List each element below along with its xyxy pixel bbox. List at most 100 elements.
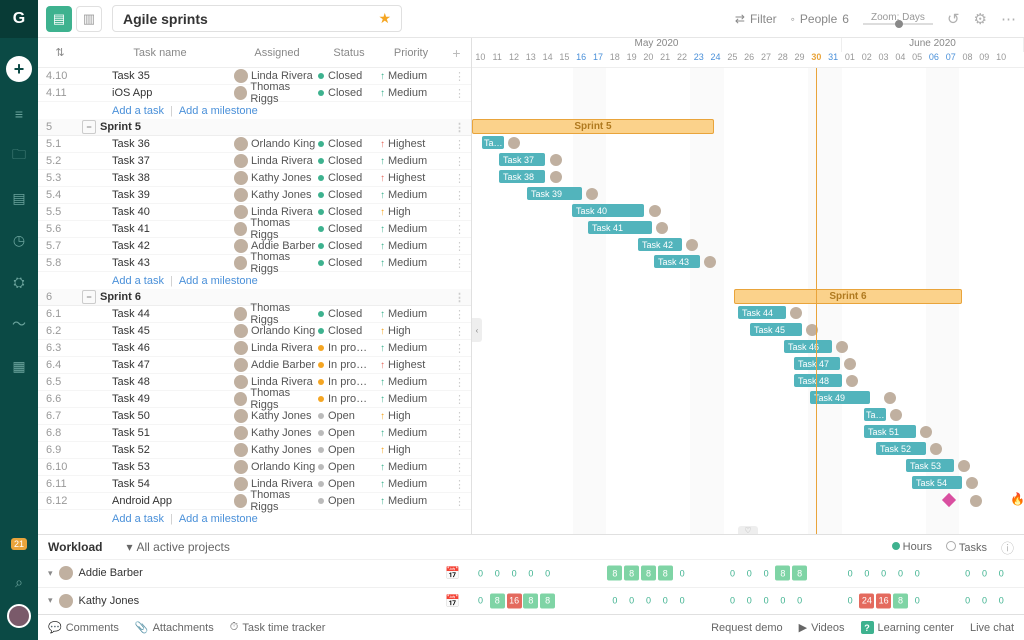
task-bar[interactable]: Task 37 xyxy=(499,153,545,166)
row-more-icon[interactable]: ⋮ xyxy=(454,291,471,304)
priority-cell[interactable]: ↑Medium xyxy=(380,478,442,490)
day-header[interactable]: 10 xyxy=(993,52,1010,67)
priority-cell[interactable]: ↑Highest xyxy=(380,359,442,371)
status-cell[interactable]: In pro… xyxy=(318,393,380,405)
task-row[interactable]: 5.3 Task 38 Kathy Jones Closed ↑Highest … xyxy=(38,170,471,187)
priority-cell[interactable]: ↑Highest xyxy=(380,172,442,184)
notification-badge[interactable]: 21 xyxy=(11,538,27,550)
task-row[interactable]: 6.7 Task 50 Kathy Jones Open ↑High ⋮ xyxy=(38,408,471,425)
workload-cell[interactable]: 0 xyxy=(977,593,992,608)
day-header[interactable]: 26 xyxy=(741,52,758,67)
assignee-cell[interactable]: Thomas Riggs xyxy=(232,302,318,326)
task-row[interactable]: 6.6 Task 49 Thomas Riggs In pro… ↑Medium… xyxy=(38,391,471,408)
people-button[interactable]: ◦ People 6 xyxy=(791,12,849,26)
people-icon[interactable]: ⛭ xyxy=(9,272,29,292)
status-cell[interactable]: Closed xyxy=(318,70,380,82)
workload-cell[interactable]: 8 xyxy=(658,566,673,581)
assignee-cell[interactable]: Kathy Jones xyxy=(232,426,318,440)
status-cell[interactable]: Closed xyxy=(318,189,380,201)
assignee-cell[interactable]: Kathy Jones xyxy=(232,171,318,185)
priority-cell[interactable]: ↑Medium xyxy=(380,87,442,99)
sprint-group-row[interactable]: 5−Sprint 5⋮ xyxy=(38,119,471,136)
priority-cell[interactable]: ↑Medium xyxy=(380,155,442,167)
task-row[interactable]: 6.9 Task 52 Kathy Jones Open ↑High ⋮ xyxy=(38,442,471,459)
day-header[interactable]: 12 xyxy=(506,52,523,67)
assignee-cell[interactable]: Orlando King xyxy=(232,324,318,338)
workload-cell[interactable]: 0 xyxy=(893,566,908,581)
row-more-icon[interactable]: ⋮ xyxy=(442,155,471,168)
workload-cell[interactable]: 0 xyxy=(742,593,757,608)
menu-icon[interactable]: ≡ xyxy=(9,104,29,124)
add-milestone-link[interactable]: Add a milestone xyxy=(179,105,258,117)
day-header[interactable]: 08 xyxy=(959,52,976,67)
assignee-cell[interactable]: Thomas Riggs xyxy=(232,251,318,275)
workload-cell[interactable]: 0 xyxy=(843,566,858,581)
task-row[interactable]: 6.10 Task 53 Orlando King Open ↑Medium ⋮ xyxy=(38,459,471,476)
calendar-icon[interactable]: 📅 xyxy=(445,594,460,608)
workload-cell[interactable]: 16 xyxy=(507,593,522,608)
status-cell[interactable]: Closed xyxy=(318,325,380,337)
task-bar[interactable]: Task 47 xyxy=(794,357,840,370)
user-avatar[interactable] xyxy=(7,604,31,628)
workload-cell[interactable]: 0 xyxy=(977,566,992,581)
add-milestone-link[interactable]: Add a milestone xyxy=(179,513,258,525)
task-row[interactable]: 5.6 Task 41 Thomas Riggs Closed ↑Medium … xyxy=(38,221,471,238)
status-cell[interactable]: Open xyxy=(318,461,380,473)
workload-cell[interactable]: 0 xyxy=(910,593,925,608)
row-more-icon[interactable]: ⋮ xyxy=(442,206,471,219)
day-header[interactable]: 14 xyxy=(539,52,556,67)
day-header[interactable]: 21 xyxy=(657,52,674,67)
status-cell[interactable]: Closed xyxy=(318,240,380,252)
status-cell[interactable]: In pro… xyxy=(318,359,380,371)
status-cell[interactable]: Closed xyxy=(318,308,380,320)
day-header[interactable]: 07 xyxy=(942,52,959,67)
row-more-icon[interactable]: ⋮ xyxy=(442,70,471,83)
priority-cell[interactable]: ↑High xyxy=(380,444,442,456)
clock-icon[interactable]: ◷ xyxy=(9,230,29,250)
day-header[interactable]: 17 xyxy=(590,52,607,67)
task-bar[interactable]: Task 43 xyxy=(654,255,700,268)
task-row[interactable]: 6.2 Task 45 Orlando King Closed ↑High ⋮ xyxy=(38,323,471,340)
assignee-cell[interactable]: Linda Rivera xyxy=(232,154,318,168)
workload-cell[interactable]: 0 xyxy=(994,593,1009,608)
help-icon[interactable]: ⓘ xyxy=(1001,538,1014,557)
task-bar[interactable]: Ta… xyxy=(482,136,504,149)
day-header[interactable]: 23 xyxy=(690,52,707,67)
task-bar[interactable]: Task 42 xyxy=(638,238,682,251)
task-bar[interactable]: Task 49 xyxy=(810,391,870,404)
assignee-cell[interactable]: Orlando King xyxy=(232,460,318,474)
status-cell[interactable]: Closed xyxy=(318,138,380,150)
row-more-icon[interactable]: ⋮ xyxy=(442,189,471,202)
row-more-icon[interactable]: ⋮ xyxy=(442,172,471,185)
task-bar[interactable]: Task 41 xyxy=(588,221,652,234)
day-header[interactable]: 10 xyxy=(472,52,489,67)
workload-cell[interactable]: 0 xyxy=(725,566,740,581)
row-more-icon[interactable]: ⋮ xyxy=(442,376,471,389)
priority-cell[interactable]: ↑High xyxy=(380,325,442,337)
col-priority[interactable]: Priority xyxy=(380,47,442,59)
add-task-link[interactable]: Add a task xyxy=(112,513,164,525)
radio-tasks[interactable]: Tasks xyxy=(946,541,987,554)
priority-cell[interactable]: ↑Medium xyxy=(380,376,442,388)
day-header[interactable]: 01 xyxy=(842,52,859,67)
priority-cell[interactable]: ↑Medium xyxy=(380,70,442,82)
priority-cell[interactable]: ↑Medium xyxy=(380,342,442,354)
row-more-icon[interactable]: ⋮ xyxy=(442,87,471,100)
priority-cell[interactable]: ↑Medium xyxy=(380,223,442,235)
col-status[interactable]: Status xyxy=(318,47,380,59)
status-cell[interactable]: In pro… xyxy=(318,376,380,388)
status-cell[interactable]: Open xyxy=(318,495,380,507)
workload-cell[interactable]: 0 xyxy=(742,566,757,581)
day-header[interactable]: 25 xyxy=(724,52,741,67)
row-more-icon[interactable]: ⋮ xyxy=(442,308,471,321)
workload-cell[interactable]: 0 xyxy=(960,593,975,608)
day-header[interactable]: 16 xyxy=(573,52,590,67)
videos-link[interactable]: ▶Videos xyxy=(799,621,845,634)
row-more-icon[interactable]: ⋮ xyxy=(442,427,471,440)
day-header[interactable]: 03 xyxy=(875,52,892,67)
assignee-cell[interactable]: Addie Barber xyxy=(232,358,318,372)
workload-cell[interactable]: 0 xyxy=(876,566,891,581)
col-task-name[interactable]: Task name xyxy=(82,47,232,59)
priority-cell[interactable]: ↑Medium xyxy=(380,257,442,269)
workload-cell[interactable]: 0 xyxy=(675,593,690,608)
